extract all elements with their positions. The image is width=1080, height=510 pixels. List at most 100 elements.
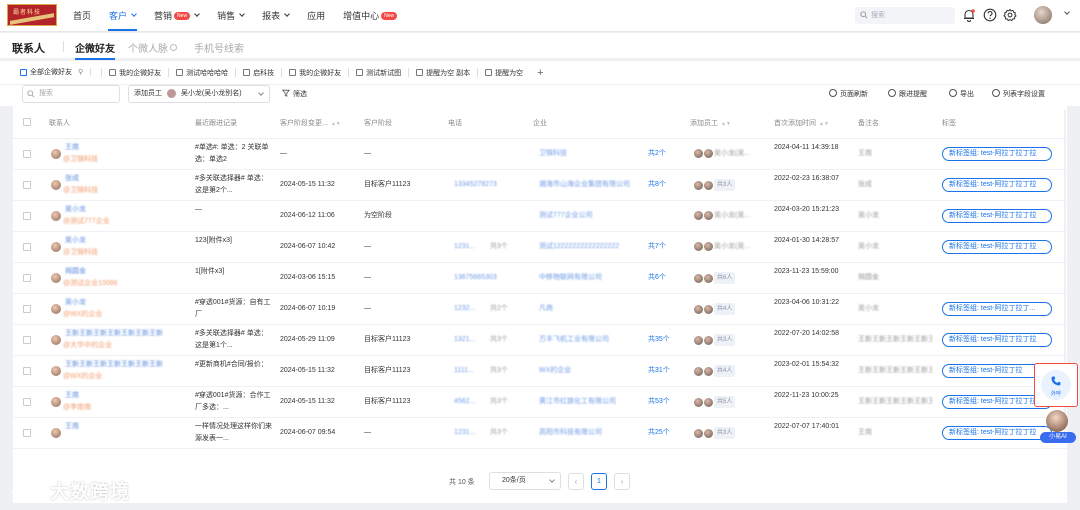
contact-name[interactable]: 张成 — [65, 173, 79, 185]
employee-cell[interactable]: 共4人 — [694, 303, 736, 316]
phone-number[interactable]: 1232... — [454, 303, 475, 315]
contact-name[interactable]: 王新王新王新王新王新王新王新 — [65, 328, 163, 340]
column-settings-button[interactable]: 列表字段设置 — [992, 89, 1045, 99]
settings-icon[interactable] — [1003, 8, 1017, 22]
row-checkbox[interactable] — [23, 398, 31, 406]
nav-item-customers[interactable]: 客户 — [100, 0, 145, 31]
contact-name[interactable]: 王南 — [65, 390, 79, 402]
company-name[interactable]: 高阳市科技有限公司 — [539, 427, 602, 439]
tag-pill[interactable]: 新标签组: test-阿拉丁拉丁... — [942, 302, 1052, 316]
sort-icon[interactable]: ▲▼ — [819, 121, 829, 127]
column-header-tags[interactable]: 标签 — [942, 118, 956, 128]
chevron-down-icon[interactable] — [1064, 9, 1070, 15]
column-header-company[interactable]: 企业 — [533, 118, 547, 128]
tag-pill[interactable]: 新标签组: test-阿拉丁拉丁拉 — [942, 426, 1052, 440]
table-row[interactable]: 揭圆金 @测试企业10086 1[附件x3] 2024-03-06 15:15 — 136… — [13, 263, 1067, 294]
employee-cell[interactable]: 共3人 — [694, 179, 736, 192]
phone-number[interactable]: 13345278273 — [454, 179, 497, 191]
bell-icon[interactable] — [962, 8, 976, 22]
view-tab[interactable]: 测试新试图 — [352, 61, 405, 85]
next-page-button[interactable]: › — [614, 473, 630, 490]
tab-phone-leads[interactable]: 手机号线索 — [194, 40, 244, 55]
tag-pill[interactable]: 新标签组: test-阿拉丁拉丁拉 — [942, 209, 1052, 223]
nav-item-value-center[interactable]: 增值中心 New — [334, 0, 406, 31]
export-button[interactable]: 导出 — [949, 89, 974, 99]
help-icon[interactable] — [983, 8, 997, 22]
tab-personal-wechat[interactable]: 个微人脉 — [128, 40, 177, 55]
table-row[interactable]: 王南 @李南南 #穿透001#货源：合作工厂多选：... 2024-05-15 11:… — [13, 387, 1067, 418]
column-header-stage-change[interactable]: 客户阶段变更... ▲▼ — [280, 118, 341, 128]
phone-number[interactable]: 1111... — [454, 365, 474, 377]
view-tab[interactable]: 提醒为空 副本 — [412, 61, 474, 85]
phone-number[interactable]: 1321... — [454, 334, 475, 346]
row-checkbox[interactable] — [23, 243, 31, 251]
contact-name[interactable]: 吴小龙 — [65, 204, 86, 216]
company-name[interactable]: 黄江市红旗化工有限公司 — [539, 396, 616, 408]
tag-pill[interactable]: 新标签组: test-阿拉丁拉丁拉 — [942, 147, 1052, 161]
page-number[interactable]: 1 — [591, 473, 607, 490]
user-avatar[interactable] — [1034, 6, 1052, 24]
global-search-input[interactable]: 搜索 — [855, 7, 955, 24]
row-checkbox[interactable] — [23, 336, 31, 344]
company-name[interactable]: 测试777企业公司 — [539, 210, 593, 222]
sort-icon[interactable]: ▲▼ — [721, 121, 731, 127]
view-tab[interactable]: 我的企微好友 — [105, 61, 165, 85]
phone-number[interactable]: 4562... — [454, 396, 475, 408]
tab-wecom-friends[interactable]: 企微好友 — [75, 40, 115, 60]
brand-logo[interactable]: 霸者科技 — [7, 4, 57, 26]
employee-cell[interactable]: 共4人 — [694, 365, 736, 378]
view-tab[interactable]: 我的企微好友 — [285, 61, 345, 85]
employee-cell[interactable]: 吴小龙(吴... — [694, 241, 750, 253]
more-icon[interactable]: ⋮ — [87, 68, 94, 76]
contact-name[interactable]: 揭圆金 — [65, 266, 86, 278]
column-header-employee[interactable]: 添加员工 ▲▼ — [690, 118, 731, 128]
refresh-button[interactable]: 页面刷新 — [829, 89, 868, 99]
table-row[interactable]: 吴小龙 @WX的企业 #穿透001#货源：自有工厂 2024-06-07 10:19 —… — [13, 294, 1067, 325]
company-count[interactable]: 共31个 — [648, 365, 670, 377]
call-widget-button[interactable]: 外呼 — [1034, 363, 1078, 407]
column-header-phone[interactable]: 电话 — [448, 118, 462, 128]
employee-cell[interactable]: 共3人 — [694, 427, 736, 440]
employee-cell[interactable]: 共3人 — [694, 334, 736, 347]
table-row[interactable]: 王新王新王新王新王新王新王新 @大华中的企业 #多关联选择器# 单选：这是第1个..… — [13, 325, 1067, 356]
contact-name[interactable]: 吴小龙 — [65, 235, 86, 247]
table-row[interactable]: 吴小龙 @卫锦科技 123[附件x3] 2024-06-07 10:42 — 1231..… — [13, 232, 1067, 263]
tag-pill[interactable]: 新标签组: test-阿拉丁拉丁拉 — [942, 240, 1052, 254]
view-tab[interactable]: 测试哈哈哈哈 — [172, 61, 232, 85]
nav-item-reports[interactable]: 报表 — [253, 0, 298, 31]
employee-cell[interactable]: 吴小龙(吴... — [694, 148, 750, 160]
phone-count[interactable]: 共3个 — [490, 427, 508, 439]
employee-cell[interactable]: 共5人 — [694, 396, 736, 409]
company-name[interactable]: 测试12222222222222222 — [539, 241, 619, 253]
company-count[interactable]: 共35个 — [648, 334, 670, 346]
nav-item-sales[interactable]: 销售 — [208, 0, 253, 31]
view-tab[interactable]: 提醒为空 — [481, 61, 527, 85]
contact-name[interactable]: 吴小龙 — [65, 297, 86, 309]
phone-count[interactable]: 共3个 — [490, 365, 508, 377]
table-row[interactable]: 王南 @卫锦科技 #单选#: 单选：2 关联单选：单选2 — — 卫锦科技 共2个 吴小龙(吴… — [13, 139, 1067, 170]
company-name[interactable]: 凡商 — [539, 303, 553, 315]
phone-count[interactable]: 共3个 — [490, 396, 508, 408]
phone-number[interactable]: 1231... — [454, 241, 475, 253]
company-name[interactable]: 万丰飞机工业有限公司 — [539, 334, 609, 346]
prev-page-button[interactable]: ‹ — [568, 473, 584, 490]
row-checkbox[interactable] — [23, 150, 31, 158]
company-name[interactable]: 卫锦科技 — [539, 148, 567, 160]
add-view-button[interactable]: + — [537, 67, 543, 79]
filter-button[interactable]: 筛选 — [281, 89, 307, 99]
phone-number[interactable]: 1231... — [454, 427, 475, 439]
company-count[interactable]: 共8个 — [648, 179, 666, 191]
page-size-select[interactable]: 20条/页 — [489, 472, 561, 490]
company-name[interactable]: WX的企业 — [539, 365, 571, 377]
followup-remind-button[interactable]: 跟进提醒 — [888, 89, 927, 99]
view-tab[interactable]: 全部企微好友 ⚲ ⋮ — [16, 61, 99, 85]
column-header-remark[interactable]: 备注名 — [858, 118, 879, 128]
company-name[interactable]: 中移物联网有限公司 — [539, 272, 602, 284]
column-header-last-followup[interactable]: 最近跟进记录 — [195, 118, 237, 128]
row-checkbox[interactable] — [23, 429, 31, 437]
company-name[interactable]: 湘海市山海企业集团有限公司 — [539, 179, 630, 191]
sort-icon[interactable]: ▲▼ — [331, 121, 341, 127]
employee-cell[interactable]: 共6人 — [694, 272, 736, 285]
contact-name[interactable]: 王南 — [65, 421, 79, 433]
company-count[interactable]: 共53个 — [648, 396, 670, 408]
